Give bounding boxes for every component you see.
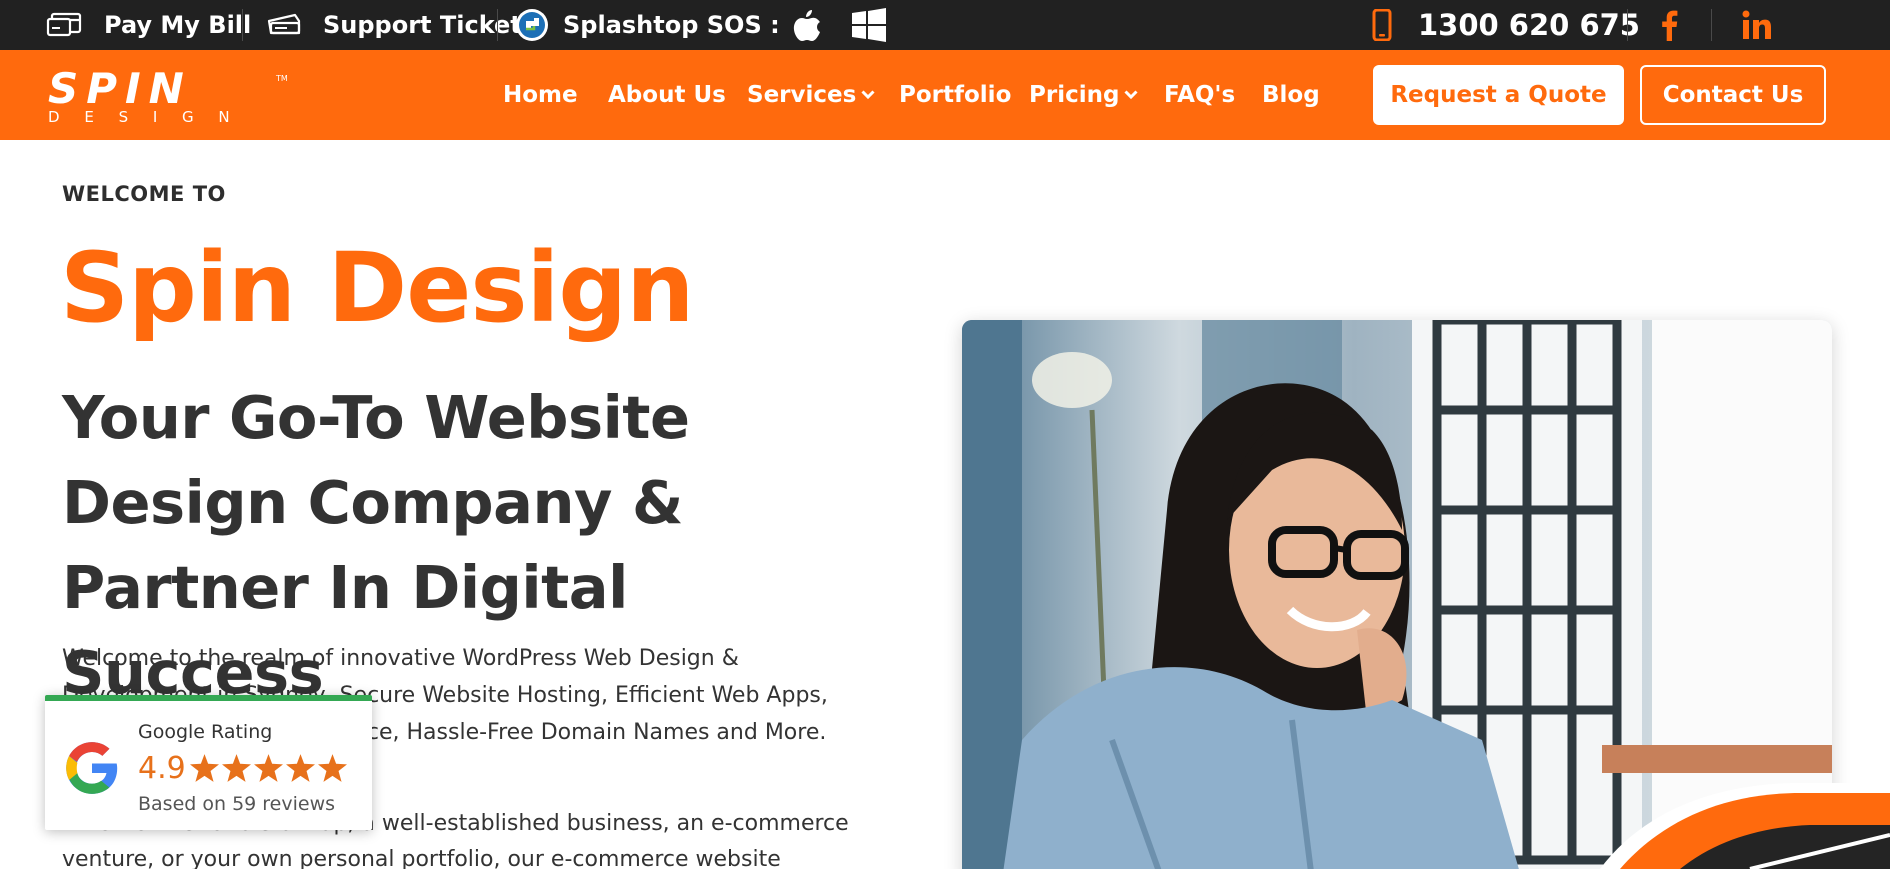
splashtop-label: Splashtop SOS : xyxy=(563,11,780,39)
nav-pricing-label: Pricing xyxy=(1029,82,1120,108)
facebook-icon xyxy=(1660,9,1678,41)
nav-services-label: Services xyxy=(747,82,857,108)
svg-text:D E S I G N: D E S I G N xyxy=(48,108,240,124)
rating-score: 4.9 xyxy=(138,751,186,786)
star-icon xyxy=(254,754,283,782)
windows-icon[interactable] xyxy=(851,8,886,42)
star-icon xyxy=(190,754,219,782)
nav-services[interactable]: Services xyxy=(747,50,875,140)
topbar-divider xyxy=(1627,9,1628,41)
spin-design-logo[interactable]: SPIN TM D E S I G N xyxy=(46,64,292,126)
nav-home-label: Home xyxy=(503,82,578,108)
ticket-icon xyxy=(265,11,305,39)
contact-us-button[interactable]: Contact Us xyxy=(1640,65,1826,125)
decorative-orange-arc xyxy=(1600,775,1890,869)
chevron-down-icon xyxy=(861,90,875,100)
nav-faqs-label: FAQ's xyxy=(1164,82,1236,108)
top-utility-bar: Pay My Bill Support Ticket Splashtop SOS… xyxy=(0,0,1890,50)
topbar-divider xyxy=(242,9,243,41)
nav-portfolio[interactable]: Portfolio xyxy=(899,50,1011,140)
nav-about-label: About Us xyxy=(608,82,726,108)
star-rating xyxy=(190,754,347,782)
google-logo-icon xyxy=(61,737,123,799)
phone-icon xyxy=(1372,9,1392,41)
rating-count: Based on 59 reviews xyxy=(138,793,336,815)
svg-text:TM: TM xyxy=(275,74,288,83)
svg-text:SPIN: SPIN xyxy=(48,68,192,113)
headline-line: Design Company & xyxy=(62,468,683,537)
linkedin-icon xyxy=(1742,10,1772,40)
google-rating-widget[interactable]: Google Rating 4.9 Based on 59 reviews xyxy=(45,695,372,830)
brand-heading: Spin Design xyxy=(60,232,694,344)
nav-blog-label: Blog xyxy=(1262,82,1320,108)
support-ticket-link[interactable]: Support Ticket xyxy=(265,0,522,50)
phone-number: 1300 620 675 xyxy=(1418,8,1640,42)
nav-about-us[interactable]: About Us xyxy=(608,50,726,140)
pay-bill-link[interactable]: Pay My Bill xyxy=(46,0,251,50)
splashtop-icon[interactable] xyxy=(515,8,549,42)
headline-line: Your Go-To Website xyxy=(62,383,690,452)
phone-link[interactable]: 1300 620 675 xyxy=(1372,0,1640,50)
star-icon xyxy=(222,754,251,782)
support-ticket-label: Support Ticket xyxy=(323,11,522,39)
rating-title: Google Rating xyxy=(138,721,273,743)
splashtop-sos: Splashtop SOS : xyxy=(515,0,886,50)
welcome-eyebrow: WELCOME TO xyxy=(62,182,226,206)
star-icon xyxy=(318,754,347,782)
credit-card-icon xyxy=(46,11,86,39)
nav-blog[interactable]: Blog xyxy=(1262,50,1320,140)
facebook-link[interactable] xyxy=(1660,0,1678,50)
pay-bill-label: Pay My Bill xyxy=(104,11,252,39)
nav-home[interactable]: Home xyxy=(503,50,578,140)
star-icon xyxy=(286,754,315,782)
linkedin-link[interactable] xyxy=(1742,0,1772,50)
intro-line: Welcome to the realm of innovative WordP… xyxy=(62,646,739,671)
nav-portfolio-label: Portfolio xyxy=(899,82,1012,108)
topbar-divider xyxy=(497,9,498,41)
topbar-divider xyxy=(1711,9,1712,41)
paragraph-line: venture, or your own personal portfolio,… xyxy=(62,847,781,869)
request-quote-button[interactable]: Request a Quote xyxy=(1373,65,1624,125)
nav-pricing[interactable]: Pricing xyxy=(1029,50,1139,140)
logo-graphic: SPIN TM D E S I G N xyxy=(48,64,288,126)
chevron-down-icon xyxy=(1124,90,1139,100)
apple-icon[interactable] xyxy=(792,8,822,42)
nav-faqs[interactable]: FAQ's xyxy=(1164,50,1235,140)
